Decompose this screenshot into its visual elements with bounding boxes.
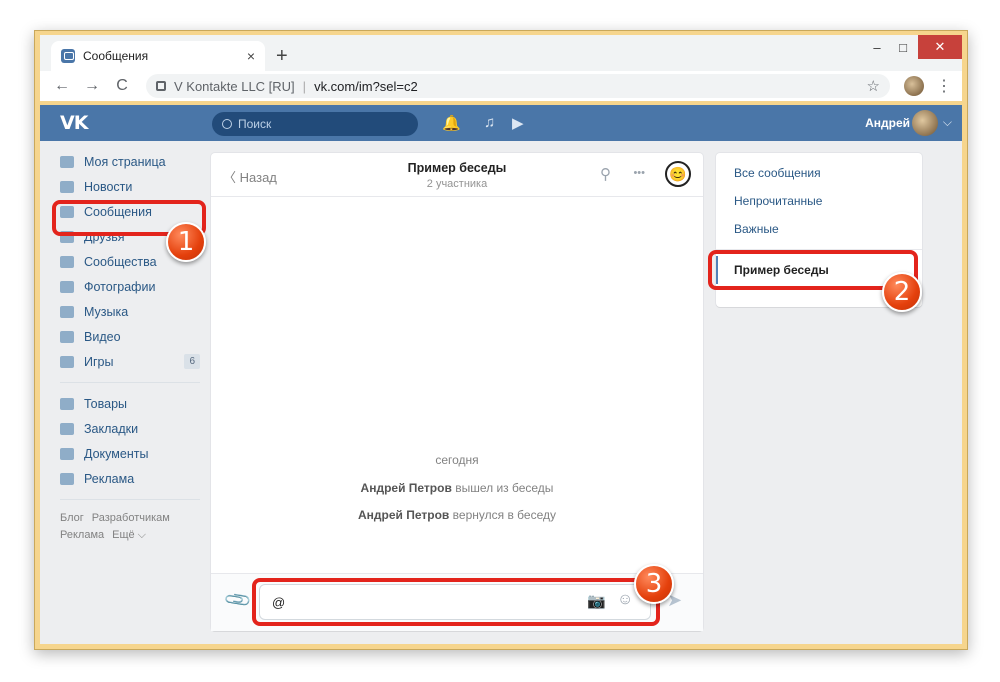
toolbar: ← → C V Kontakte LLC [RU] | vk.com/im?se…: [40, 71, 962, 101]
tab-close-icon[interactable]: ×: [247, 48, 255, 64]
star-icon: [60, 422, 74, 435]
sidebar-item-label: Документы: [84, 446, 149, 461]
sidebar-item-label: Реклама: [84, 471, 135, 486]
sidebar-item-video[interactable]: Видео: [60, 324, 200, 349]
footer-link-ads[interactable]: Реклама: [60, 529, 104, 541]
forward-arrow-icon[interactable]: →: [80, 77, 104, 95]
play-icon[interactable]: ▶: [512, 114, 524, 132]
maximize-button[interactable]: □: [890, 35, 916, 59]
games-count-badge: 6: [184, 354, 200, 369]
sidebar-item-my-page[interactable]: Моя страница: [60, 149, 200, 174]
filter-unread[interactable]: Непрочитанные: [716, 187, 922, 215]
megaphone-icon: [60, 472, 74, 485]
sidebar-item-photos[interactable]: Фотографии: [60, 274, 200, 299]
communities-icon: [60, 255, 74, 268]
bell-icon[interactable]: 🔔: [442, 114, 461, 132]
lock-icon: [156, 81, 166, 91]
search-input[interactable]: Поиск: [212, 112, 418, 136]
vk-messages-favicon-icon: [61, 49, 75, 63]
sidebar-divider: [60, 499, 200, 500]
music-note-icon: [60, 305, 74, 318]
highlight-box-input: [252, 578, 660, 626]
document-icon: [60, 447, 74, 460]
new-tab-button[interactable]: +: [276, 45, 288, 68]
service-message: Андрей Петров вышел из беседы: [211, 481, 703, 495]
sidebar-item-label: Моя страница: [84, 154, 166, 169]
chat-panel: 〈 Назад Пример беседы 2 участника ⚲ ••• …: [211, 153, 703, 631]
url-text: vk.com/im?sel=c2: [314, 78, 418, 94]
search-icon: [222, 119, 232, 129]
close-window-button[interactable]: ✕: [918, 35, 962, 59]
reload-icon[interactable]: C: [110, 77, 134, 95]
sidebar-item-documents[interactable]: Документы: [60, 441, 200, 466]
sidebar-item-label: Фотографии: [84, 279, 156, 294]
sidebar-item-label: Товары: [84, 396, 127, 411]
browser-menu-icon[interactable]: ⋮: [936, 76, 952, 96]
vk-logo[interactable]: VK: [60, 112, 88, 134]
step-marker-2: 2: [882, 272, 922, 312]
browser-window: Сообщения × + – □ ✕ ← → C V Kontakte LLC…: [34, 30, 968, 650]
event-text: вышел из беседы: [455, 481, 554, 495]
vk-header: VK Поиск 🔔 ♫ ▶ Андрей ⌵: [40, 105, 962, 141]
search-placeholder: Поиск: [238, 117, 272, 131]
event-user-name[interactable]: Андрей Петров: [358, 508, 449, 522]
shopping-bag-icon: [60, 397, 74, 410]
browser-chrome: Сообщения × + – □ ✕ ← → C V Kontakte LLC…: [40, 35, 962, 101]
user-avatar[interactable]: [912, 110, 938, 136]
site-identity: V Kontakte LLC [RU]: [174, 78, 295, 94]
footer-link-developers[interactable]: Разработчикам: [92, 512, 170, 524]
tab-title: Сообщения: [83, 49, 149, 63]
sidebar-item-label: Сообщества: [84, 254, 157, 269]
camera-icon: [60, 280, 74, 293]
step-marker-1: 1: [166, 222, 206, 262]
footer-link-more[interactable]: Ещё ⌵: [112, 529, 146, 541]
sidebar-divider: [60, 382, 200, 383]
sidebar-item-label: Новости: [84, 179, 133, 194]
search-icon[interactable]: ⚲: [600, 165, 611, 183]
filter-all-messages[interactable]: Все сообщения: [716, 159, 922, 187]
day-separator: сегодня: [435, 453, 479, 467]
sidebar-item-news[interactable]: Новости: [60, 174, 200, 199]
user-name[interactable]: Андрей: [865, 116, 910, 130]
address-bar[interactable]: V Kontakte LLC [RU] | vk.com/im?sel=c2 ☆: [146, 74, 890, 98]
chat-participants[interactable]: 2 участника: [211, 178, 703, 190]
sidebar-item-bookmarks[interactable]: Закладки: [60, 416, 200, 441]
sidebar-item-label: Закладки: [84, 421, 139, 436]
back-arrow-icon[interactable]: ←: [50, 77, 74, 95]
games-icon: [60, 355, 74, 368]
paperclip-icon[interactable]: 📎: [223, 585, 254, 615]
url-separator: |: [302, 78, 307, 94]
video-icon: [60, 330, 74, 343]
sidebar-item-label: Музыка: [84, 304, 129, 319]
step-marker-3: 3: [634, 564, 674, 604]
chevron-down-icon[interactable]: ⌵: [943, 115, 952, 130]
bookmark-star-icon[interactable]: ☆: [867, 77, 880, 95]
event-text: вернулся в беседу: [452, 508, 556, 522]
sidebar-item-goods[interactable]: Товары: [60, 391, 200, 416]
browser-tab[interactable]: Сообщения ×: [51, 41, 265, 71]
profile-avatar[interactable]: [904, 76, 924, 96]
filter-important[interactable]: Важные: [716, 215, 922, 243]
chat-avatar-emoji-icon[interactable]: 😊: [665, 161, 691, 187]
chat-title[interactable]: Пример беседы: [211, 161, 703, 175]
service-message: Андрей Петров вернулся в беседу: [211, 508, 703, 522]
event-user-name[interactable]: Андрей Петров: [361, 481, 452, 495]
more-icon[interactable]: •••: [633, 167, 645, 179]
sidebar-item-ads[interactable]: Реклама: [60, 466, 200, 491]
music-icon[interactable]: ♫: [484, 114, 495, 131]
news-icon: [60, 180, 74, 193]
chat-header: 〈 Назад Пример беседы 2 участника ⚲ ••• …: [211, 153, 703, 197]
footer-link-blog[interactable]: Блог: [60, 512, 84, 524]
minimize-button[interactable]: –: [864, 35, 890, 59]
sidebar-item-label: Игры: [84, 354, 114, 369]
sidebar-item-music[interactable]: Музыка: [60, 299, 200, 324]
sidebar-footer: Блог Разработчикам Реклама Ещё ⌵: [60, 510, 200, 544]
sidebar-item-games[interactable]: Игры 6: [60, 349, 200, 374]
sidebar-item-label: Видео: [84, 329, 121, 344]
home-icon: [60, 155, 74, 168]
